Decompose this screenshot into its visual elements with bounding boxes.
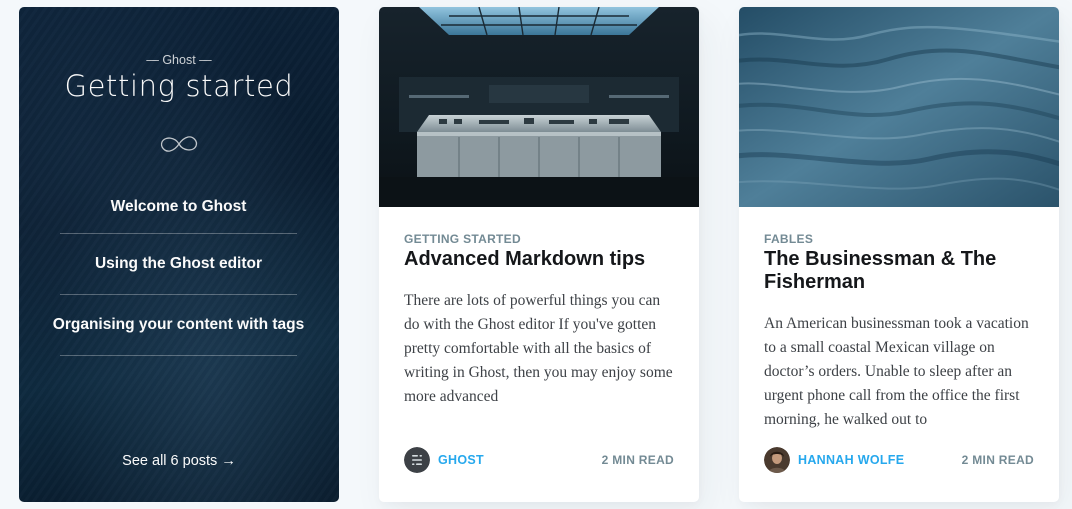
post-card[interactable]: Fables The Businessman & The Fisherman A… bbox=[739, 7, 1059, 502]
series-post-list: Welcome to Ghost Using the Ghost editor … bbox=[53, 180, 304, 356]
post-title[interactable]: The Businessman & The Fisherman bbox=[764, 248, 1039, 294]
post-meta: Hannah Wolfe 2 min read bbox=[764, 447, 1034, 473]
series-kicker: — Ghost — bbox=[146, 53, 212, 67]
post-image[interactable] bbox=[379, 7, 699, 207]
series-item-tags[interactable]: Organising your content with tags bbox=[53, 295, 304, 356]
post-title[interactable]: Advanced Markdown tips bbox=[404, 248, 679, 271]
post-feed: — Ghost — Getting started Welcome to Gho… bbox=[0, 0, 1072, 509]
ghost-logo-icon[interactable] bbox=[404, 447, 430, 473]
reading-time: 2 min read bbox=[961, 453, 1034, 467]
post-excerpt[interactable]: There are lots of powerful things you ca… bbox=[404, 289, 679, 409]
infinity-icon bbox=[160, 136, 198, 152]
post-image[interactable] bbox=[739, 7, 1059, 207]
post-meta: Ghost 2 min read bbox=[404, 447, 674, 473]
series-card: — Ghost — Getting started Welcome to Gho… bbox=[19, 7, 339, 502]
control-room-image bbox=[379, 7, 699, 207]
post-tag[interactable]: Getting Started bbox=[404, 232, 521, 246]
series-item-editor[interactable]: Using the Ghost editor bbox=[60, 234, 297, 295]
author-name[interactable]: Ghost bbox=[438, 453, 484, 467]
series-title: Getting started bbox=[64, 69, 294, 103]
see-all-posts-link[interactable]: See all 6 posts → bbox=[19, 453, 339, 469]
post-tag[interactable]: Fables bbox=[764, 232, 813, 246]
avatar-icon[interactable] bbox=[764, 447, 790, 473]
post-card[interactable]: Getting Started Advanced Markdown tips T… bbox=[379, 7, 699, 502]
author-name[interactable]: Hannah Wolfe bbox=[798, 453, 904, 467]
water-image bbox=[739, 7, 1059, 207]
series-item-welcome[interactable]: Welcome to Ghost bbox=[60, 180, 297, 234]
reading-time: 2 min read bbox=[601, 453, 674, 467]
post-excerpt[interactable]: An American businessman took a vacation … bbox=[764, 312, 1039, 432]
